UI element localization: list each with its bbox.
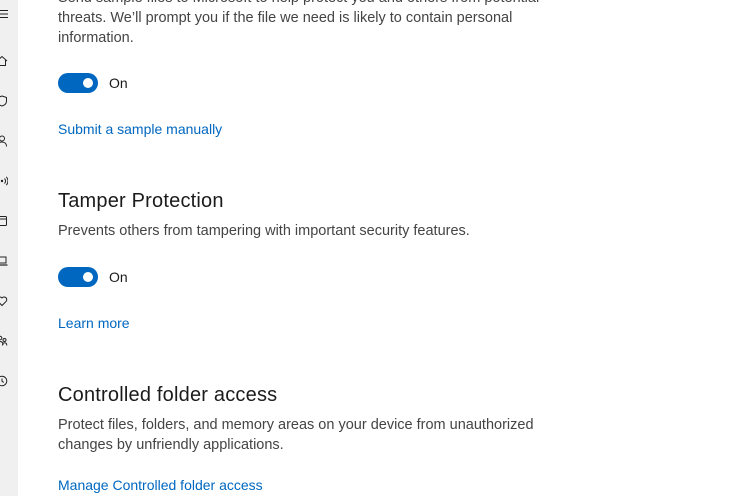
app-browser-icon[interactable] — [0, 215, 8, 227]
tamper-protection-title: Tamper Protection — [58, 190, 224, 212]
sample-submission-toggle-label: On — [109, 75, 128, 91]
sample-submission-toggle-row: On — [58, 73, 128, 93]
sample-submission-toggle[interactable] — [58, 73, 98, 93]
toggle-knob — [83, 78, 93, 88]
main-content: Send sample files to Microsoft to help p… — [58, 0, 755, 496]
tamper-protection-toggle[interactable] — [58, 267, 98, 287]
tamper-protection-description: Prevents others from tampering with impo… — [58, 223, 470, 239]
home-icon[interactable] — [0, 55, 8, 67]
learn-more-link[interactable]: Learn more — [58, 315, 130, 331]
heart-icon[interactable] — [0, 295, 8, 307]
menu-icon[interactable] — [0, 8, 8, 20]
person-icon[interactable] — [0, 135, 8, 147]
toggle-knob — [83, 272, 93, 282]
wifi-icon[interactable] — [0, 175, 8, 187]
tamper-protection-toggle-label: On — [109, 269, 128, 285]
history-icon[interactable] — [0, 375, 8, 387]
laptop-icon[interactable] — [0, 255, 8, 267]
shield-icon[interactable] — [0, 95, 8, 107]
navigation-sidebar — [0, 0, 18, 496]
sample-submission-description: Send sample files to Microsoft to help p… — [58, 0, 539, 46]
controlled-folder-access-title: Controlled folder access — [58, 384, 278, 406]
tamper-protection-toggle-row: On — [58, 267, 128, 287]
controlled-folder-access-description: Protect files, folders, and memory areas… — [58, 417, 534, 453]
family-icon[interactable] — [0, 335, 8, 347]
manage-controlled-folder-access-link[interactable]: Manage Controlled folder access — [58, 477, 263, 493]
submit-sample-link[interactable]: Submit a sample manually — [58, 121, 222, 137]
